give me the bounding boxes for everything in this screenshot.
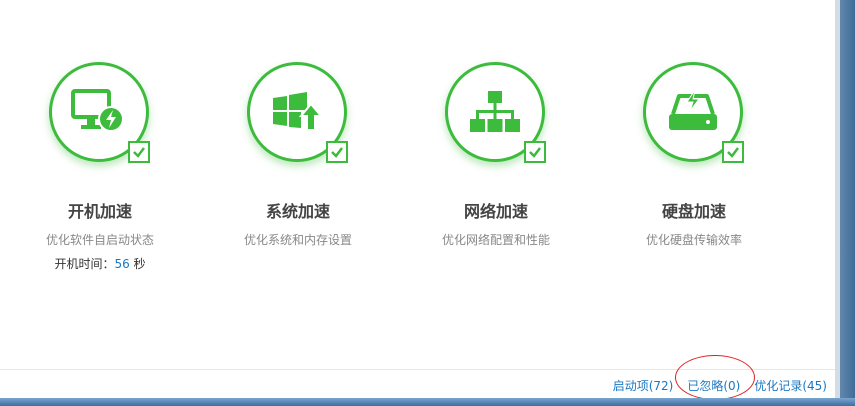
feature-disk-speedup[interactable]: 硬盘加速 优化硬盘传输效率: [594, 0, 794, 300]
hard-disk-bolt-icon: [669, 90, 717, 130]
feature-network-speedup[interactable]: 网络加速 优化网络配置和性能: [396, 0, 596, 300]
desktop-taskbar-edge: [0, 398, 855, 406]
feature-disk-checkbox[interactable]: [722, 141, 744, 163]
checkmark-icon: [133, 147, 145, 158]
boot-time-label: 开机时间：: [54, 257, 115, 271]
monitor-bolt-icon: [71, 89, 124, 132]
checkmark-icon: [331, 147, 343, 158]
boot-time-unit: 秒: [129, 257, 146, 271]
network-topology-icon: [470, 91, 520, 132]
windows-upgrade-icon: [273, 92, 323, 131]
feature-network-checkbox[interactable]: [524, 141, 546, 163]
feature-boot-circle[interactable]: [49, 62, 150, 163]
optimization-history-link[interactable]: 优化记录(45): [754, 377, 827, 395]
feature-system-desc: 优化系统和内存设置: [243, 233, 352, 247]
feature-system-speedup[interactable]: 系统加速 优化系统和内存设置: [198, 0, 398, 300]
feature-system-circle[interactable]: [247, 62, 348, 163]
feature-system-title: 系统加速: [265, 202, 330, 221]
feature-system-checkbox[interactable]: [326, 141, 348, 163]
feature-boot-title: 开机加速: [67, 202, 132, 221]
boot-time-value: 56: [114, 257, 130, 271]
startup-items-link[interactable]: 启动项(72): [613, 377, 674, 395]
boot-time-readout: 开机时间：56 秒: [0, 255, 200, 272]
speedup-panel: 开机加速 优化软件自启动状态 开机时间：56 秒 系统加速 优化系统和内存设置: [0, 0, 835, 406]
feature-network-desc: 优化网络配置和性能: [441, 233, 550, 247]
feature-boot-speedup[interactable]: 开机加速 优化软件自启动状态 开机时间：56 秒: [0, 0, 200, 300]
feature-network-title: 网络加速: [463, 202, 528, 221]
feature-disk-desc: 优化硬盘传输效率: [645, 233, 742, 247]
checkmark-icon: [529, 147, 541, 158]
feature-boot-checkbox[interactable]: [128, 141, 150, 163]
feature-network-circle[interactable]: [445, 62, 546, 163]
highlight-annotation-ellipse: [675, 355, 755, 400]
feature-disk-title: 硬盘加速: [661, 202, 726, 221]
checkmark-icon: [727, 147, 739, 158]
feature-boot-desc: 优化软件自启动状态: [45, 233, 154, 247]
window-right-edge: [835, 0, 855, 406]
feature-disk-circle[interactable]: [643, 62, 744, 163]
